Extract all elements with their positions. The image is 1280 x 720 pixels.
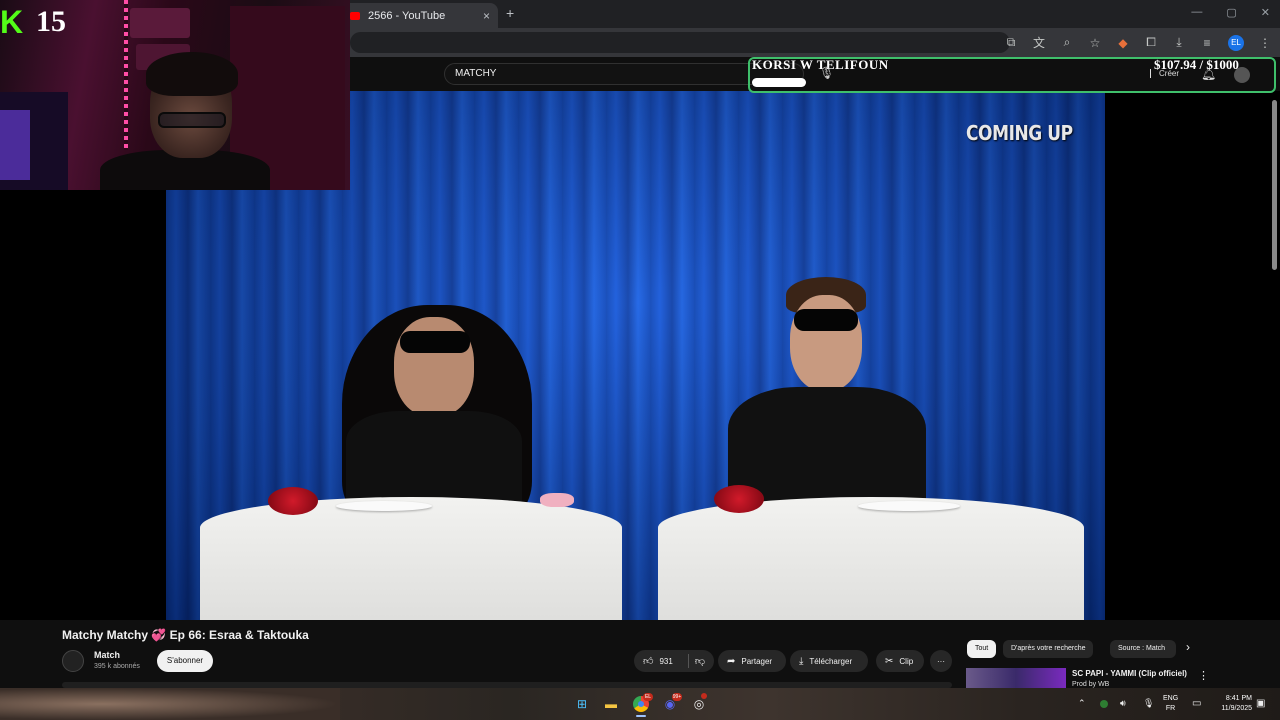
recommendation-title[interactable]: SC PAPI - YAMMI (Clip officiel) xyxy=(1072,669,1187,678)
clock-date: 11/9/2025 xyxy=(1221,705,1252,712)
like-button[interactable]: 👍︎ 931 👎︎ xyxy=(634,650,714,672)
viewer-count: 15 xyxy=(36,5,66,38)
file-explorer-icon[interactable]: ▬ xyxy=(601,694,621,714)
right-table xyxy=(658,497,1084,620)
clip-button[interactable]: ✂ Clip xyxy=(876,650,924,672)
video-title-main: Matchy Matchy xyxy=(62,628,149,642)
chrome-active-indicator xyxy=(636,715,646,717)
download-label: Télécharger xyxy=(809,656,853,666)
language-indicator[interactable]: ENG FR xyxy=(1163,694,1178,714)
recommendation-subtitle: Prod by WB xyxy=(1072,681,1110,688)
woman-blindfold xyxy=(400,331,470,353)
language-primary: ENG xyxy=(1163,695,1179,702)
left-rose xyxy=(268,487,318,515)
new-tab-button[interactable]: + xyxy=(506,5,514,21)
like-divider xyxy=(687,654,689,668)
address-bar[interactable] xyxy=(350,32,1010,53)
taskbar-wallpaper-blur xyxy=(0,688,340,720)
chip-all[interactable]: Tout xyxy=(967,640,997,658)
download-arrow-icon: ⤓ xyxy=(799,655,804,667)
streamer-hair xyxy=(146,52,238,96)
video-title-episode: Ep 66: Esraa & Taktouka xyxy=(169,628,309,642)
page-scrollbar[interactable] xyxy=(1272,100,1277,270)
share-arrow-icon: ➦ xyxy=(727,655,736,667)
youtube-favicon-icon xyxy=(350,11,360,20)
recommendation-thumbnail[interactable] xyxy=(966,668,1066,690)
media-control-icon[interactable]: ≡ xyxy=(1200,36,1214,50)
screen: 2566 - YouTube × + — ▢ ✕ ⧉ 文 ⌕ ☆ ◆ ⧠ ⤓ ≡… xyxy=(0,0,1280,720)
channel-name[interactable]: Match xyxy=(94,650,120,660)
right-rose xyxy=(714,485,764,513)
browser-tab[interactable]: 2566 - YouTube × xyxy=(342,3,498,28)
download-video-button[interactable]: ⤓ Télécharger xyxy=(790,650,868,672)
video-overlay-text: COMING UP xyxy=(966,121,1073,145)
toolbar-icons: ⧉ 文 ⌕ ☆ ◆ ⧠ ⤓ ≡ EL ⋮ xyxy=(1004,34,1272,51)
microphone-icon[interactable]: 🎙︎ xyxy=(1143,698,1154,709)
chip-based-on-search[interactable]: D'après votre recherche xyxy=(1003,640,1094,658)
extension-fox-icon[interactable]: ◆ xyxy=(1116,36,1130,50)
subscribe-button[interactable]: S'abonner xyxy=(157,650,213,672)
notification-center-icon[interactable]: ▣ xyxy=(1256,698,1265,709)
close-window-button[interactable]: ✕ xyxy=(1261,6,1270,19)
chip-source-match[interactable]: Source : Match xyxy=(1110,640,1176,658)
menu-kebab-icon[interactable]: ⋮ xyxy=(1258,36,1272,50)
bookmark-star-icon[interactable]: ☆ xyxy=(1088,36,1102,50)
recommendation-menu-icon[interactable]: ⋮ xyxy=(1198,669,1209,682)
webcam-shelf xyxy=(130,8,190,38)
system-clock[interactable]: 8:41 PM 11/9/2025 xyxy=(1210,694,1252,714)
tray-status-dot-icon[interactable] xyxy=(1100,700,1108,708)
donation-goal-amount: $107.94 / $1000 xyxy=(1154,57,1239,72)
windows-start-icon[interactable]: ⊞ xyxy=(572,694,592,714)
chrome-profile-badge: EL xyxy=(643,693,653,701)
webcam-monitor-screen xyxy=(0,110,30,180)
profile-avatar[interactable]: EL xyxy=(1228,34,1244,51)
cast-icon[interactable]: ⧉ xyxy=(1004,35,1018,50)
language-secondary: FR xyxy=(1165,705,1176,712)
obs-live-dot xyxy=(701,693,707,699)
donation-goal-progress xyxy=(752,78,806,87)
window-controls: — ▢ ✕ xyxy=(1191,6,1270,19)
download-icon[interactable]: ⤓ xyxy=(1172,35,1186,50)
tray-overflow-chevron-icon[interactable]: ⌃ xyxy=(1078,698,1086,709)
clip-label: Clip xyxy=(899,656,914,666)
chips-next-chevron-icon[interactable]: › xyxy=(1186,640,1190,654)
translate-icon[interactable]: 文 xyxy=(1032,34,1046,51)
display-icon[interactable]: ▭ xyxy=(1192,698,1201,709)
video-title: Matchy Matchy 💞 Ep 66: Esraa & Taktouka xyxy=(62,628,309,642)
neon-light-strip xyxy=(124,0,128,150)
kick-logo: K xyxy=(0,4,24,40)
left-table xyxy=(200,497,622,620)
channel-avatar[interactable] xyxy=(62,650,84,672)
share-label: Partager xyxy=(741,656,773,666)
extensions-puzzle-icon[interactable]: ⧠ xyxy=(1144,35,1158,50)
title-heart-emoji: 💞 xyxy=(151,628,167,642)
thumbs-down-icon[interactable]: 👎︎ xyxy=(695,655,705,667)
share-button[interactable]: ➦ Partager xyxy=(718,650,786,672)
discord-notification-badge: 99+ xyxy=(672,693,682,701)
zoom-icon[interactable]: ⌕ xyxy=(1060,35,1074,50)
more-dots-icon: ··· xyxy=(937,656,945,666)
thumbs-up-icon: 👍︎ xyxy=(643,656,654,667)
man-blindfold xyxy=(794,309,858,331)
minimize-button[interactable]: — xyxy=(1191,6,1202,19)
maximize-button[interactable]: ▢ xyxy=(1226,6,1236,19)
scissors-icon: ✂ xyxy=(885,655,894,667)
streamer-glasses xyxy=(158,112,226,128)
left-plate xyxy=(336,501,432,511)
clock-time: 8:41 PM xyxy=(1225,695,1252,702)
like-count: 931 xyxy=(659,656,673,666)
more-actions-button[interactable]: ··· xyxy=(930,650,952,672)
pink-napkin xyxy=(540,493,574,507)
right-plate xyxy=(858,501,960,511)
volume-icon[interactable]: 🔊︎ xyxy=(1120,698,1126,709)
woman-body xyxy=(346,411,522,511)
tab-title: 2566 - YouTube xyxy=(368,9,446,22)
tab-close-icon[interactable]: × xyxy=(483,9,490,23)
subscriber-count: 395 k abonnés xyxy=(94,663,140,670)
voice-search-mic-icon[interactable]: 🎙︎ xyxy=(819,66,834,80)
